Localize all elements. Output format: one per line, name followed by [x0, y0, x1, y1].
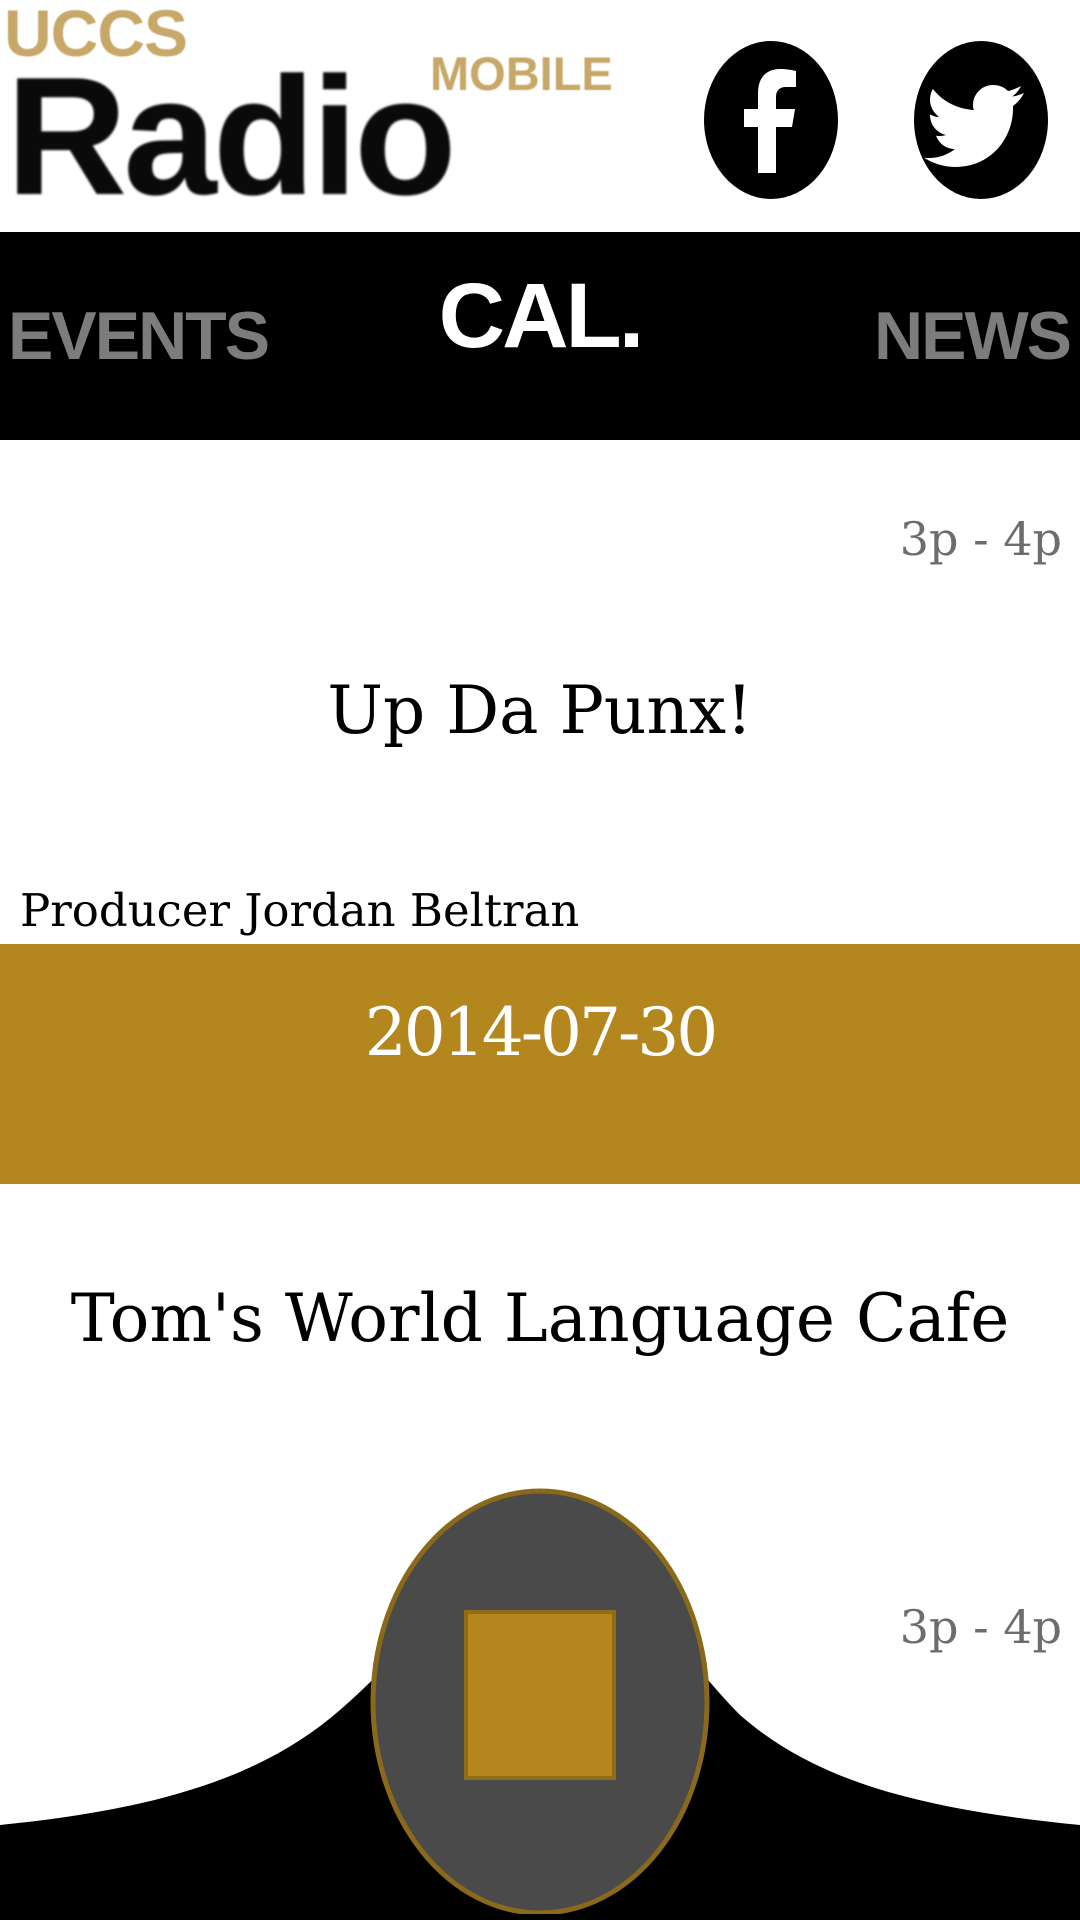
- main-nav: EVENTS CAL. NEWS: [0, 232, 1080, 440]
- show-title[interactable]: Tom's World Language Cafe: [0, 1286, 1080, 1352]
- show-producer: Producer Jordan Beltran: [20, 884, 580, 937]
- twitter-button[interactable]: [914, 41, 1048, 199]
- twitter-icon: [924, 85, 1024, 167]
- facebook-icon: [744, 69, 796, 173]
- facebook-button[interactable]: [704, 41, 838, 199]
- show-title[interactable]: Up Da Punx!: [0, 678, 1080, 744]
- logo-mobile-text: MOBILE: [430, 47, 613, 100]
- show-time: 3p - 4p: [899, 512, 1062, 566]
- stop-icon: [370, 1488, 710, 1914]
- uccs-radio-logo: UCCS MOBILE Radio: [0, 0, 640, 232]
- date-text: 2014-07-30: [364, 994, 719, 1071]
- date-banner: 2014-07-30: [0, 944, 1080, 1184]
- logo-radio-text: Radio: [6, 42, 457, 230]
- tab-news[interactable]: NEWS: [874, 302, 1072, 370]
- stop-button[interactable]: [370, 1484, 710, 1914]
- app-header: UCCS MOBILE Radio: [0, 0, 1080, 232]
